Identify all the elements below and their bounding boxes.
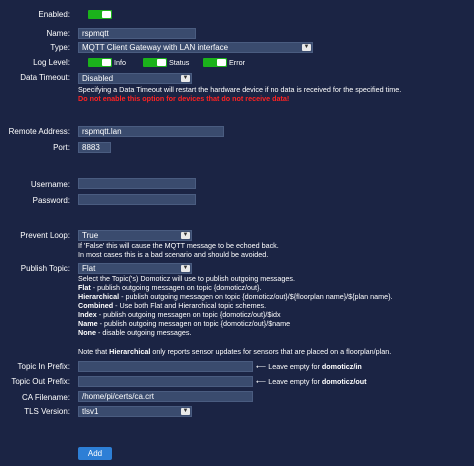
- enabled-toggle[interactable]: [88, 10, 112, 19]
- prevent-loop-label: Prevent Loop:: [20, 231, 70, 240]
- note-post: only reports sensor updates for sensors …: [150, 347, 392, 356]
- publish-topic-line: Name - publish outgoing messagen on topi…: [78, 319, 290, 328]
- publish-topic-line: Hierarchical - publish outgoing messagen…: [78, 292, 392, 301]
- publish-topic-line-name: Flat: [78, 283, 91, 292]
- prevent-loop-select[interactable]: True ▼: [78, 230, 192, 241]
- log-error-toggle[interactable]: [203, 58, 227, 67]
- enabled-label: Enabled:: [38, 10, 70, 19]
- note-bold: Hierarchical: [109, 347, 151, 356]
- publish-topic-line: None - disable outgoing messages.: [78, 328, 191, 337]
- toggle-knob: [102, 11, 111, 18]
- note-pre: Note that: [78, 347, 110, 356]
- remote-address-input[interactable]: [78, 126, 224, 137]
- topic-out-default: domoticz/out: [321, 377, 367, 386]
- port-label: Port:: [53, 143, 70, 152]
- toggle-knob: [157, 59, 166, 66]
- name-input[interactable]: [78, 28, 196, 39]
- prevent-loop-help-1: If 'False' this will cause the MQTT mess…: [78, 241, 279, 250]
- publish-topic-line-desc: - publish outgoing messagen on topic {do…: [119, 292, 393, 301]
- publish-topic-line-desc: - publish outgoing messagen on topic {do…: [90, 283, 262, 292]
- chevron-down-icon: ▼: [302, 44, 311, 51]
- publish-topic-line-name: None: [78, 328, 96, 337]
- prevent-loop-help-2: In most cases this is a bad scenario and…: [78, 250, 269, 259]
- type-select[interactable]: MQTT Client Gateway with LAN interface ▼: [78, 42, 313, 53]
- publish-topic-line-desc: - Use both Flat and Hierarchical topic s…: [113, 301, 267, 310]
- publish-topic-select[interactable]: Flat ▼: [78, 263, 192, 274]
- topic-in-prefix-label: Topic In Prefix:: [17, 362, 70, 371]
- toggle-knob: [217, 59, 226, 66]
- publish-topic-line-desc: - disable outgoing messages.: [95, 328, 192, 337]
- toggle-knob: [102, 59, 111, 66]
- publish-topic-label: Publish Topic:: [20, 264, 70, 273]
- publish-topic-line-name: Combined: [78, 301, 114, 310]
- type-label: Type:: [50, 43, 70, 52]
- ca-filename-input[interactable]: [78, 391, 253, 402]
- username-input[interactable]: [78, 178, 196, 189]
- password-input[interactable]: [78, 194, 196, 205]
- publish-topic-intro: Select the Topic('s) Domoticz will use t…: [78, 274, 295, 283]
- publish-topic-line: Index - publish outgoing messagen on top…: [78, 310, 281, 319]
- password-label: Password:: [32, 196, 70, 205]
- log-status-label: Status: [169, 58, 190, 67]
- topic-out-prefix-label: Topic Out Prefix:: [11, 377, 70, 386]
- name-label: Name:: [46, 29, 70, 38]
- data-timeout-warning: Do not enable this option for devices th…: [78, 94, 290, 103]
- publish-topic-line: Flat - publish outgoing messagen on topi…: [78, 283, 261, 292]
- chevron-down-icon: ▼: [181, 265, 190, 272]
- type-select-value: MQTT Client Gateway with LAN interface: [82, 43, 229, 52]
- chevron-down-icon: ▼: [181, 232, 190, 239]
- tls-version-select[interactable]: tlsv1 ▼: [78, 406, 192, 417]
- topic-out-prefix-hint: ⟵ Leave empty for domoticz/out: [256, 377, 367, 386]
- port-input[interactable]: [78, 142, 111, 153]
- log-level-label: Log Level:: [33, 58, 70, 67]
- chevron-down-icon: ▼: [181, 408, 190, 415]
- topic-in-default: domoticz/in: [321, 362, 362, 371]
- ca-filename-label: CA Filename:: [21, 393, 70, 402]
- log-error-label: Error: [229, 58, 245, 67]
- remote-address-label: Remote Address:: [8, 127, 70, 136]
- log-info-toggle[interactable]: [88, 58, 112, 67]
- publish-topic-note: Note that Hierarchical only reports sens…: [78, 347, 391, 356]
- data-timeout-label: Data Timeout:: [20, 73, 70, 82]
- data-timeout-value: Disabled: [82, 74, 114, 83]
- data-timeout-select[interactable]: Disabled ▼: [78, 73, 192, 84]
- publish-topic-value: Flat: [82, 264, 96, 273]
- topic-out-prefix-input[interactable]: [78, 376, 253, 387]
- topic-in-prefix-hint: ⟵ Leave empty for domoticz/in: [256, 362, 362, 371]
- publish-topic-line: Combined - Use both Flat and Hierarchica…: [78, 301, 266, 310]
- publish-topic-line-desc: - publish outgoing messagen on topic {do…: [96, 310, 281, 319]
- username-label: Username:: [30, 180, 70, 189]
- chevron-down-icon: ▼: [181, 75, 190, 82]
- prevent-loop-value: True: [82, 231, 99, 240]
- publish-topic-line-desc: - publish outgoing messagen on topic {do…: [97, 319, 291, 328]
- left-arrow-icon: ⟵ Leave empty for: [256, 377, 322, 386]
- add-button[interactable]: Add: [78, 447, 112, 460]
- tls-version-value: tlsv1: [82, 407, 99, 416]
- log-status-toggle[interactable]: [143, 58, 167, 67]
- tls-version-label: TLS Version:: [24, 407, 70, 416]
- topic-in-prefix-input[interactable]: [78, 361, 253, 372]
- data-timeout-help: Specifying a Data Timeout will restart t…: [78, 85, 402, 94]
- publish-topic-line-name: Index: [78, 310, 97, 319]
- publish-topic-line-name: Name: [78, 319, 98, 328]
- left-arrow-icon: ⟵ Leave empty for: [256, 362, 322, 371]
- log-info-label: Info: [114, 58, 126, 67]
- publish-topic-line-name: Hierarchical: [78, 292, 120, 301]
